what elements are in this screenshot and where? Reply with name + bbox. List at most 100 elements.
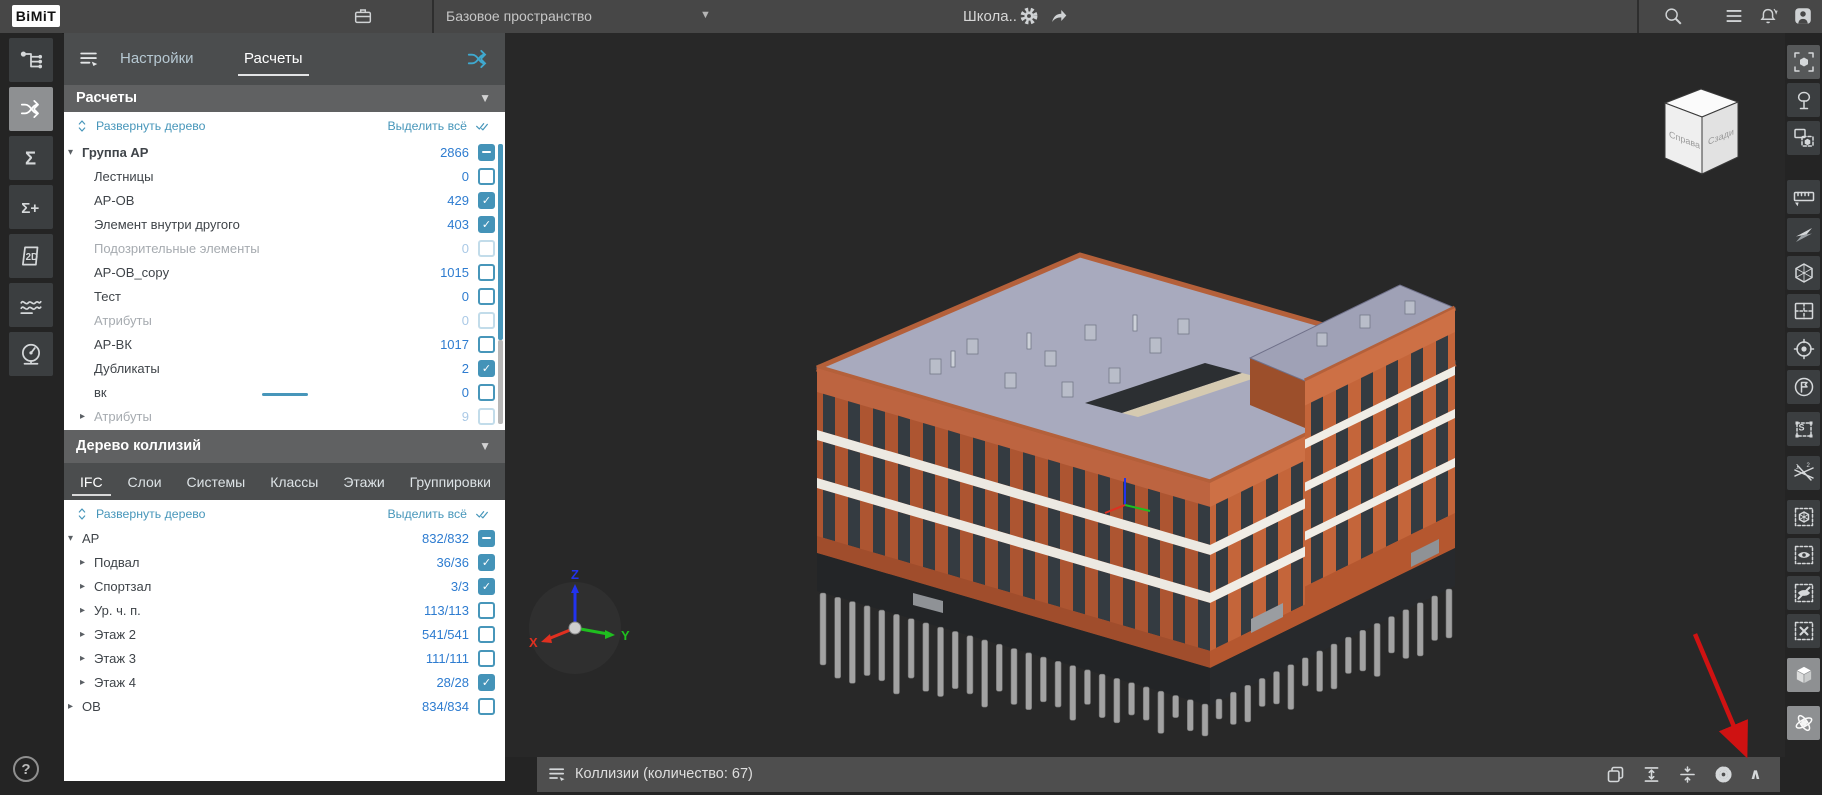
tree-expand-arrow[interactable]: ▾ <box>68 533 82 544</box>
panel-menu-icon[interactable] <box>547 764 568 785</box>
orbit-button[interactable] <box>1787 706 1820 740</box>
tree-checkbox[interactable] <box>478 601 495 619</box>
tree-row[interactable]: ▸ Подвал 36/36 <box>64 550 505 574</box>
tree-row[interactable]: вк 0 <box>64 380 505 404</box>
project-title[interactable]: Школа.. <box>963 0 1017 33</box>
tree-expand-arrow[interactable]: ▸ <box>80 629 94 640</box>
tree-expand-arrow[interactable]: ▸ <box>80 557 94 568</box>
collision-section-header[interactable]: Дерево коллизий ▼ <box>64 430 505 463</box>
charts-button[interactable] <box>9 283 53 327</box>
workspace-caret-icon[interactable]: ▼ <box>700 0 711 33</box>
workspace-selector[interactable]: Базовое пространство <box>446 0 592 33</box>
expand-tree-link[interactable]: Развернуть дерево <box>74 112 206 140</box>
tree-row[interactable]: Лестницы 0 <box>64 164 505 188</box>
summary-button[interactable]: Σ <box>9 136 53 180</box>
collisions-module-button[interactable] <box>9 87 53 131</box>
isolate-selection-button[interactable] <box>1787 500 1820 534</box>
tree-checkbox[interactable] <box>478 191 495 209</box>
panel-split-handle[interactable] <box>262 393 308 396</box>
section-box-button[interactable] <box>1787 256 1820 290</box>
collapse-caret-icon[interactable]: ▼ <box>479 85 491 112</box>
collapse-rows-icon[interactable] <box>1677 764 1698 785</box>
tree-checkbox[interactable] <box>478 215 495 233</box>
select-all-link[interactable]: Выделить всё <box>387 112 493 140</box>
tree-checkbox[interactable] <box>478 553 495 571</box>
collapse-caret-icon[interactable]: ▼ <box>479 430 491 463</box>
tree-checkbox[interactable] <box>478 263 495 281</box>
tree-checkbox[interactable] <box>478 697 495 715</box>
tree-row[interactable]: ▸ Этаж 2 541/541 <box>64 622 505 646</box>
tree-row[interactable]: Тест 0 <box>64 284 505 308</box>
tree-expand-arrow[interactable]: ▸ <box>80 581 94 592</box>
settings-gear-icon[interactable] <box>1713 764 1734 785</box>
axis-gizmo[interactable]: Z Y X <box>529 567 630 674</box>
selection-set-button[interactable]: S <box>1787 412 1820 446</box>
dashboard-button[interactable] <box>9 332 53 376</box>
drawings-2d-button[interactable]: 2D <box>9 234 53 278</box>
collision-tab-группировки[interactable]: Группировки <box>408 465 493 499</box>
collision-tab-этажи[interactable]: Этажи <box>341 465 386 499</box>
tree-row[interactable]: ▸ Спортзал 3/3 <box>64 574 505 598</box>
tree-checkbox[interactable] <box>478 311 495 329</box>
tree-expand-arrow[interactable]: ▸ <box>68 701 82 712</box>
tree-row[interactable]: АР-ОВ_copy 1015 <box>64 260 505 284</box>
view-cube-button[interactable] <box>1787 658 1820 692</box>
tree-checkbox[interactable] <box>478 407 495 425</box>
tree-checkbox[interactable] <box>478 359 495 377</box>
bimit-logo[interactable]: BiMiT <box>12 5 60 27</box>
tree-row[interactable]: ▾ Группа АР 2866 <box>64 140 505 164</box>
tree-expand-arrow[interactable]: ▸ <box>80 677 94 688</box>
tree-checkbox[interactable] <box>478 239 495 257</box>
3d-viewport[interactable]: Справа Сзади Z Y X <box>505 33 1785 757</box>
select-similar-button[interactable] <box>1787 121 1820 155</box>
tree-expand-arrow[interactable]: ▸ <box>80 605 94 616</box>
floor-plan-button[interactable] <box>1787 294 1820 328</box>
model-structure-button[interactable] <box>9 38 53 82</box>
collision-tab-слои[interactable]: Слои <box>126 465 164 499</box>
show-selection-button[interactable] <box>1787 538 1820 572</box>
summary-add-button[interactable]: Σ+ <box>9 185 53 229</box>
measure-button[interactable] <box>1787 180 1820 214</box>
select-elements-button[interactable] <box>1787 45 1820 79</box>
tree-row[interactable]: ▸ Этаж 4 28/28 <box>64 670 505 694</box>
collision-tab-классы[interactable]: Классы <box>268 465 320 499</box>
tree-checkbox[interactable] <box>478 143 495 161</box>
tree-row[interactable]: Элемент внутри другого 403 <box>64 212 505 236</box>
calc-section-header[interactable]: Расчеты ▼ <box>64 85 505 112</box>
share-icon[interactable] <box>1048 5 1070 27</box>
menu-list-icon[interactable] <box>1723 5 1745 27</box>
tree-row[interactable]: Атрибуты 0 <box>64 308 505 332</box>
view-cube[interactable]: Справа Сзади <box>1663 88 1740 175</box>
tree-checkbox[interactable] <box>478 529 495 547</box>
collisions-shuffle-icon[interactable] <box>465 46 491 72</box>
tree-row[interactable]: ▸ ОВ 834/834 <box>64 694 505 718</box>
intersections-button[interactable]: 12 <box>1787 456 1820 490</box>
tab-calculations[interactable]: Расчеты <box>238 33 308 85</box>
tree-checkbox[interactable] <box>478 335 495 353</box>
tree-checkbox[interactable] <box>478 383 495 401</box>
vegetation-button[interactable] <box>1787 83 1820 117</box>
copy-report-icon[interactable] <box>1605 764 1626 785</box>
clear-selection-button[interactable] <box>1787 614 1820 648</box>
tree-expand-arrow[interactable]: ▸ <box>80 411 94 422</box>
flag-marker-button[interactable] <box>1787 370 1820 404</box>
collision-tab-ifc[interactable]: IFC <box>72 465 111 499</box>
tree-row[interactable]: Подозрительные элементы 0 <box>64 236 505 260</box>
tree-expand-arrow[interactable]: ▸ <box>80 653 94 664</box>
panel-menu-icon[interactable] <box>78 48 100 70</box>
tree-row[interactable]: ▾ АР 832/832 <box>64 526 505 550</box>
expand-tree-link[interactable]: Развернуть дерево <box>74 500 206 528</box>
project-settings-gear-icon[interactable] <box>1018 5 1040 27</box>
notifications-icon[interactable] <box>1757 5 1779 27</box>
tree-row[interactable]: ▸ Этаж 3 111/111 <box>64 646 505 670</box>
expand-panel-chevron-icon[interactable]: ∧ <box>1745 764 1766 785</box>
tree-checkbox[interactable] <box>478 649 495 667</box>
account-icon[interactable] <box>1792 5 1814 27</box>
fit-height-icon[interactable] <box>1641 764 1662 785</box>
tree-checkbox[interactable] <box>478 673 495 691</box>
section-flash-button[interactable] <box>1787 218 1820 252</box>
tree-row[interactable]: ▸ Атрибуты 9 <box>64 404 505 426</box>
locate-button[interactable] <box>1787 332 1820 366</box>
hide-selection-button[interactable] <box>1787 576 1820 610</box>
calc-tree-scrollbar[interactable] <box>498 144 503 340</box>
